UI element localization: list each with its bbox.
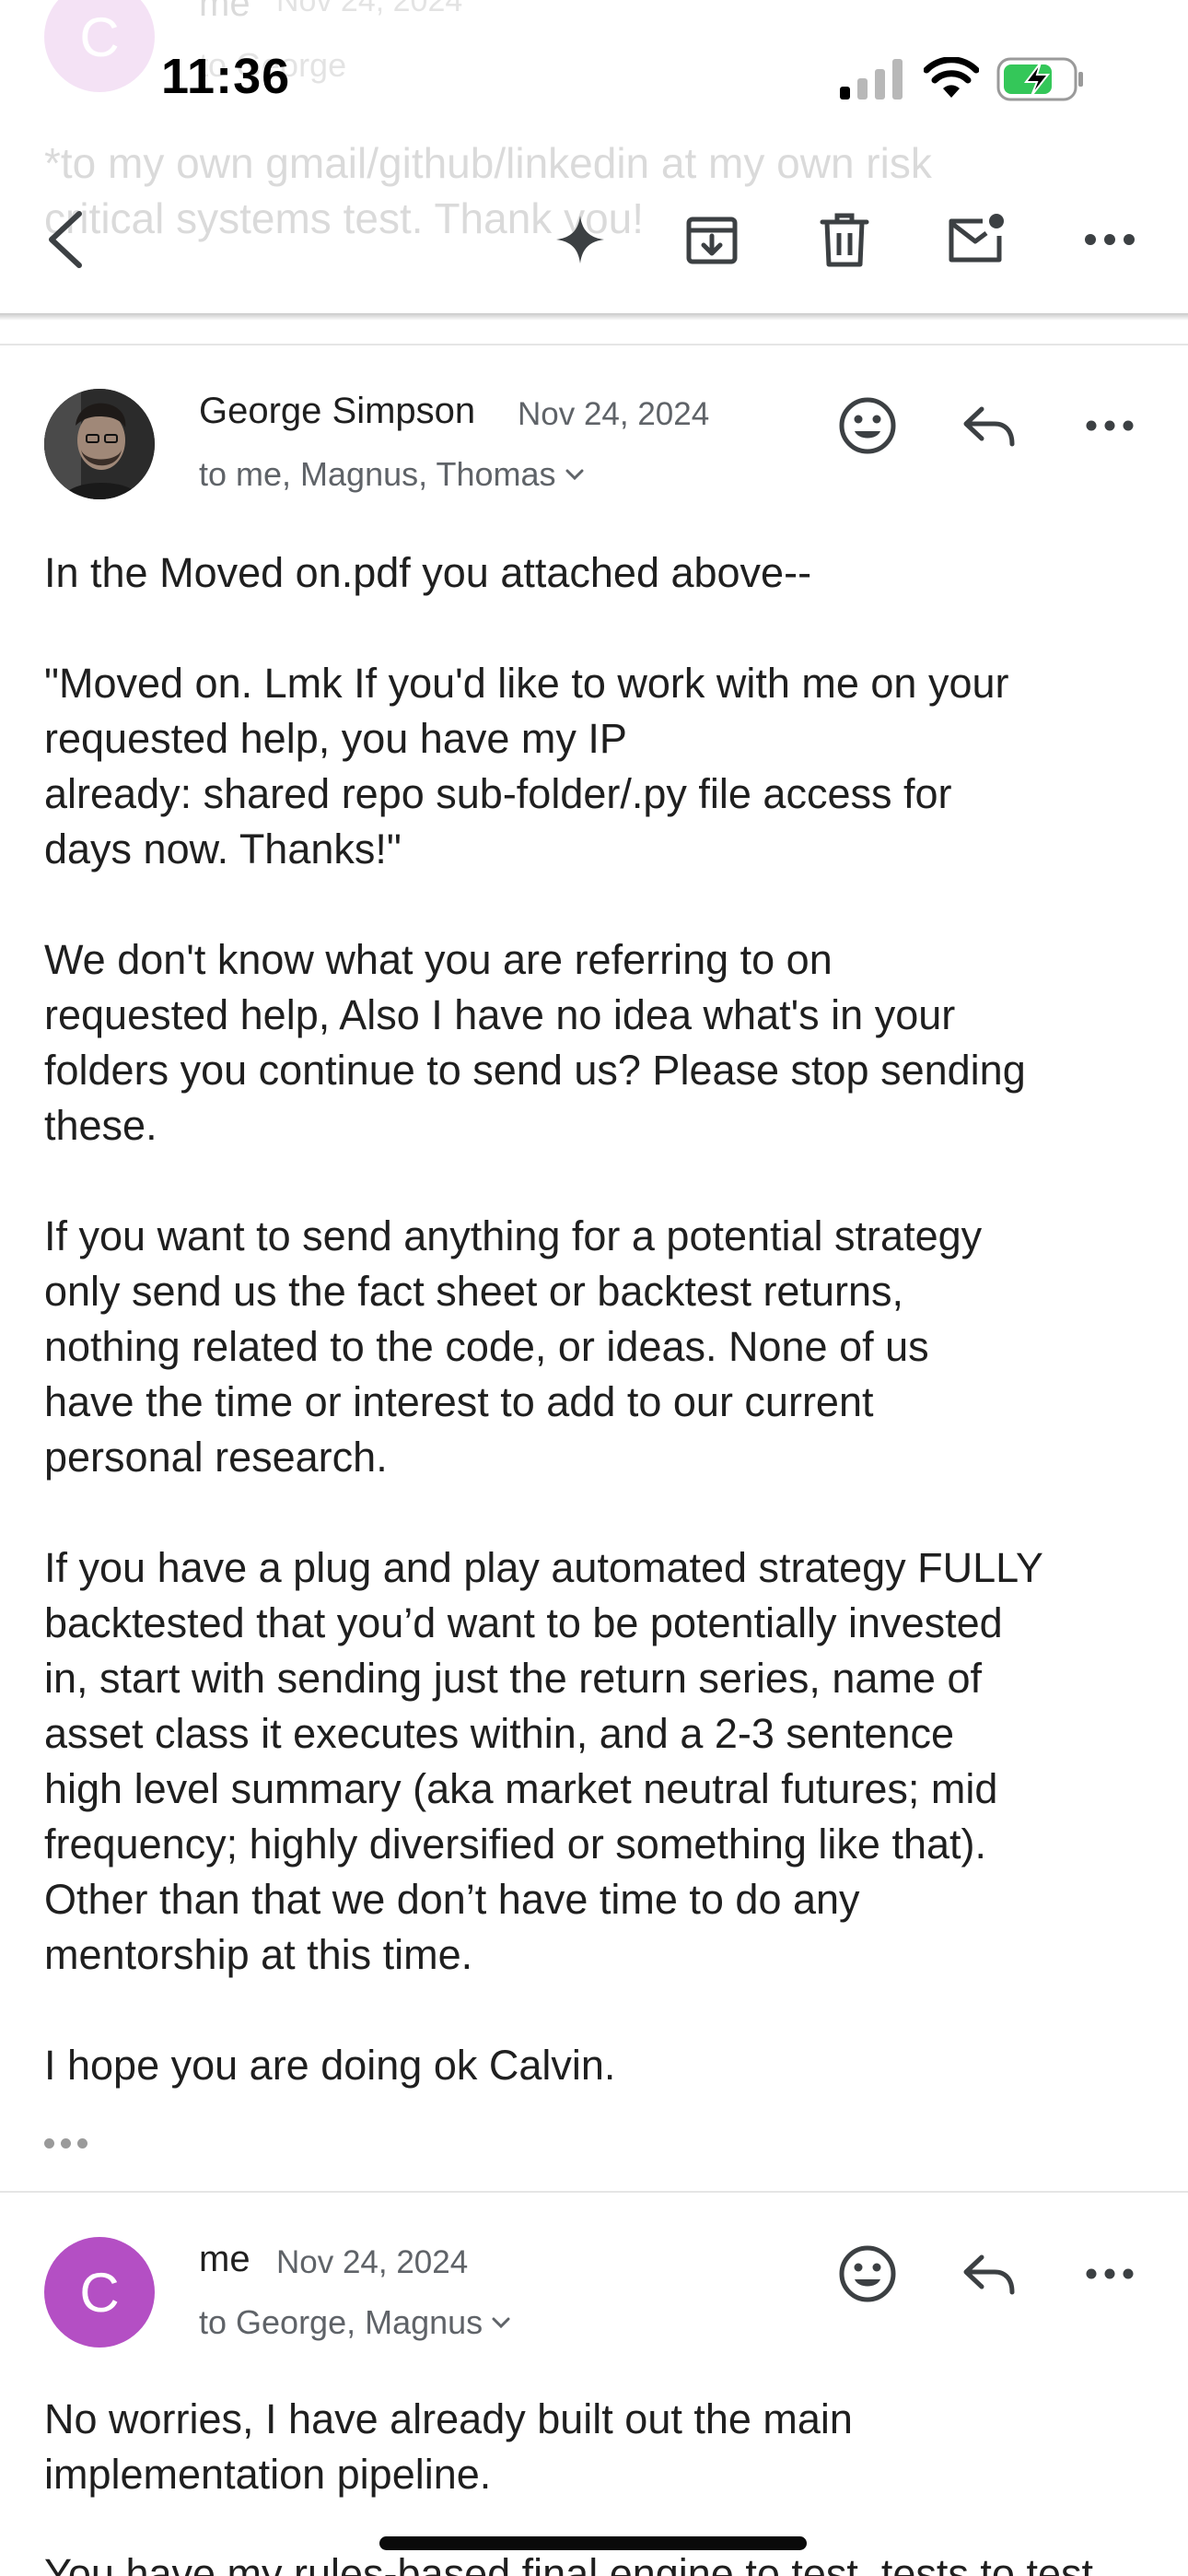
body-line: already: shared repo sub-folder/.py file…	[44, 770, 952, 817]
more-horizontal-icon	[1085, 234, 1135, 245]
recipients-text: to me, Magnus, Thomas	[199, 455, 556, 493]
gemini-button[interactable]	[543, 184, 617, 295]
recipients-toggle[interactable]: to George, Magnus	[199, 2303, 510, 2342]
back-button[interactable]	[28, 184, 101, 295]
header-shadow	[0, 313, 1188, 321]
body-line: nothing related to the code, or ideas. N…	[44, 1323, 929, 1370]
body-line: personal research.	[44, 1434, 388, 1481]
delete-button[interactable]	[808, 184, 881, 295]
body-line: "Moved on. Lmk If you'd like to work wit…	[44, 660, 1009, 707]
message-date: Nov 24, 2024	[276, 2244, 469, 2280]
dot-icon	[61, 2137, 71, 2149]
dot-icon	[77, 2137, 87, 2149]
body-line: in, start with sending just the return s…	[44, 1655, 982, 1702]
body-line: In the Moved on.pdf you attached above--	[44, 549, 812, 596]
status-time: 11:36	[161, 49, 291, 104]
more-options-button[interactable]	[1073, 184, 1147, 295]
cellular-signal-icon	[840, 59, 903, 100]
message-body: In the Moved on.pdf you attached above--…	[44, 545, 1149, 2093]
reply-icon	[963, 406, 1015, 447]
avatar[interactable]: C	[44, 2237, 155, 2348]
mark-unread-icon	[949, 214, 1004, 263]
more-horizontal-icon	[1086, 420, 1134, 431]
body-line: requested help, Also I have no idea what…	[44, 991, 956, 1038]
body-line: If you want to send anything for a poten…	[44, 1212, 983, 1259]
show-trimmed-content-button[interactable]	[44, 2129, 99, 2157]
body-line: days now. Thanks!"	[44, 825, 402, 872]
sender-name: George Simpson	[199, 391, 476, 431]
status-bar: 11:36	[0, 0, 1188, 157]
body-line: You have my rules-based final engine to …	[44, 2550, 1093, 2576]
archive-icon	[686, 217, 738, 264]
message-more-button[interactable]	[1073, 2237, 1147, 2311]
body-line: frequency; highly diversified or somethi…	[44, 1821, 987, 1868]
dot-icon	[44, 2137, 54, 2149]
wifi-icon	[924, 57, 979, 98]
sparkle-icon	[556, 216, 604, 263]
body-line: No worries, I have already built out the…	[44, 2395, 853, 2442]
divider	[0, 2191, 1188, 2193]
message-header[interactable]: C me Nov 24, 2024 to George, Magnus	[0, 2237, 1188, 2366]
body-line: I hope you are doing ok Calvin.	[44, 2042, 616, 2089]
battery-charging-icon	[996, 57, 1083, 101]
body-line: Other than that we don’t have time to do…	[44, 1876, 860, 1923]
mark-unread-button[interactable]	[939, 184, 1013, 295]
body-line: If you have a plug and play automated st…	[44, 1544, 1043, 1591]
body-line: mentorship at this time.	[44, 1931, 473, 1978]
avatar[interactable]	[44, 389, 155, 499]
add-reaction-button[interactable]	[831, 389, 904, 463]
chevron-down-icon	[565, 469, 584, 481]
home-indicator[interactable]	[379, 2536, 807, 2550]
emoji-icon	[839, 2245, 896, 2302]
message-body: No worries, I have already built out the…	[44, 2392, 1149, 2502]
profile-photo-icon	[44, 389, 155, 499]
reply-button[interactable]	[952, 389, 1026, 463]
more-horizontal-icon	[1086, 2268, 1134, 2279]
body-line: implementation pipeline.	[44, 2451, 492, 2498]
body-line: these.	[44, 1102, 157, 1149]
body-line: requested help, you have my IP	[44, 715, 627, 762]
recipients-toggle[interactable]: to me, Magnus, Thomas	[199, 455, 584, 494]
body-line: have the time or interest to add to our …	[44, 1378, 874, 1425]
reply-icon	[963, 2254, 1015, 2295]
body-line: folders you continue to send us? Please …	[44, 1047, 1026, 1094]
body-line: asset class it executes within, and a 2-…	[44, 1710, 955, 1757]
divider	[0, 344, 1188, 345]
add-reaction-button[interactable]	[831, 2237, 904, 2311]
body-line: high level summary (aka market neutral f…	[44, 1765, 998, 1812]
message-toolbar	[0, 184, 1188, 313]
chevron-down-icon	[492, 2317, 510, 2329]
message-header[interactable]: George Simpson Nov 24, 2024 to me, Magnu…	[0, 389, 1188, 518]
reply-button[interactable]	[952, 2237, 1026, 2311]
body-line: backtested that you’d want to be potenti…	[44, 1599, 1003, 1646]
trash-icon	[820, 213, 869, 267]
back-arrow-icon	[49, 211, 82, 268]
recipients-text: to George, Magnus	[199, 2303, 483, 2341]
emoji-icon	[839, 397, 896, 454]
message-date: Nov 24, 2024	[518, 396, 710, 432]
body-line: only send us the fact sheet or backtest …	[44, 1268, 904, 1315]
message-more-button[interactable]	[1073, 389, 1147, 463]
body-line: We don't know what you are referring to …	[44, 936, 833, 983]
archive-button[interactable]	[675, 184, 749, 295]
sender-name: me	[199, 2239, 250, 2279]
